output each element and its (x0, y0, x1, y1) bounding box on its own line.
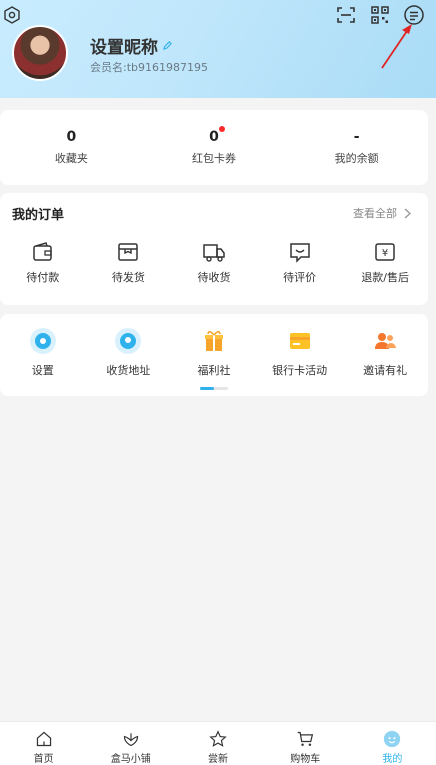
stat-favorites[interactable]: 0 收藏夹 (0, 110, 143, 185)
page-indicator (200, 387, 228, 390)
home-icon (36, 731, 51, 747)
orders-title: 我的订单 (12, 208, 65, 223)
nickname-row[interactable]: 设置昵称 (90, 33, 173, 58)
service-label: 福利社 (197, 364, 231, 377)
gear-icon (29, 328, 56, 354)
member-id: 会员名:tb9161987195 (90, 61, 208, 74)
tab-label: 购物车 (290, 754, 321, 765)
refund-icon: ¥ (375, 243, 395, 261)
stat-label: 我的余额 (334, 152, 379, 165)
tab-label: 尝新 (208, 754, 228, 765)
tab-mine[interactable]: 我的 (349, 722, 436, 765)
service-label: 银行卡活动 (272, 364, 328, 377)
tab-try-new[interactable]: 尝新 (174, 722, 261, 765)
view-all-label: 查看全部 (353, 207, 397, 220)
stat-label: 收藏夹 (54, 152, 88, 165)
svg-text:¥: ¥ (382, 248, 388, 259)
stat-value: - (353, 129, 360, 145)
shop-icon (123, 733, 138, 747)
service-label: 邀请有礼 (363, 364, 408, 377)
annotation-arrow (381, 24, 412, 69)
tab-home[interactable]: 首页 (0, 722, 87, 765)
order-label: 退款/售后 (361, 271, 410, 284)
service-settings[interactable]: 设置 (0, 327, 86, 378)
avatar[interactable] (12, 25, 68, 81)
profile-header: 设置昵称 会员名:tb9161987195 (0, 0, 436, 98)
wallet-icon (33, 242, 52, 261)
service-label: 收货地址 (106, 364, 151, 377)
services-row: 设置 收货地址 福利社 银行卡活动 邀请有礼 (0, 327, 428, 378)
order-pending-receipt[interactable]: 待收货 (171, 241, 257, 285)
hexagon-settings-icon[interactable] (2, 5, 22, 25)
order-label: 待收货 (197, 271, 231, 284)
chevron-right-icon (404, 207, 412, 219)
invite-icon (375, 333, 397, 349)
service-welfare[interactable]: 福利社 (171, 327, 257, 378)
stat-balance[interactable]: - 我的余额 (285, 110, 428, 185)
truck-icon (203, 244, 225, 262)
order-label: 待发货 (111, 271, 145, 284)
location-icon (115, 328, 142, 354)
order-status-row: 待付款 待发货 待收货 待评价 ¥ 退款/售后 (0, 241, 428, 285)
tab-label: 首页 (33, 754, 54, 765)
notification-dot (218, 126, 225, 132)
star-icon (209, 730, 227, 747)
gift-icon (204, 330, 223, 351)
tab-label: 我的 (382, 754, 403, 765)
order-pending-shipment[interactable]: 待发货 (86, 241, 172, 285)
service-label: 设置 (31, 364, 54, 377)
cart-icon (297, 731, 314, 746)
order-label: 待评价 (283, 271, 317, 284)
comment-icon (289, 243, 310, 263)
stat-coupons[interactable]: 0 红包卡券 (143, 110, 286, 185)
tab-shop[interactable]: 盒马小铺 (87, 722, 174, 765)
bank-card-icon (289, 333, 310, 349)
stat-value: 0 (209, 126, 225, 145)
stat-value: 0 (66, 129, 77, 145)
page-indicator-active (200, 387, 214, 390)
bottom-tab-bar: 首页 盒马小铺 尝新 购物车 我的 (0, 721, 436, 765)
nickname-text[interactable]: 设置昵称 (90, 33, 158, 58)
tab-cart[interactable]: 购物车 (262, 722, 349, 765)
tab-label: 盒马小铺 (110, 754, 151, 765)
profile-icon (384, 730, 401, 748)
orders-card: 我的订单 查看全部 待付款 待发货 待收货 待评价 ¥ 退款/售后 (0, 193, 428, 305)
service-invite[interactable]: 邀请有礼 (342, 327, 428, 378)
service-address[interactable]: 收货地址 (86, 327, 172, 378)
stats-card: 0 收藏夹 0 红包卡券 - 我的余额 (0, 110, 428, 185)
services-card: 设置 收货地址 福利社 银行卡活动 邀请有礼 (0, 314, 428, 396)
order-label: 待付款 (26, 271, 60, 284)
edit-pen-icon[interactable] (162, 40, 173, 51)
stat-label: 红包卡券 (192, 152, 236, 165)
order-pending-review[interactable]: 待评价 (257, 241, 343, 285)
scan-icon[interactable] (334, 3, 358, 27)
package-icon (118, 243, 139, 261)
view-all-orders-link[interactable]: 查看全部 (353, 205, 412, 221)
order-pending-payment[interactable]: 待付款 (0, 241, 86, 285)
service-bank-card[interactable]: 银行卡活动 (257, 327, 343, 378)
order-refund-aftersale[interactable]: ¥ 退款/售后 (342, 241, 428, 285)
